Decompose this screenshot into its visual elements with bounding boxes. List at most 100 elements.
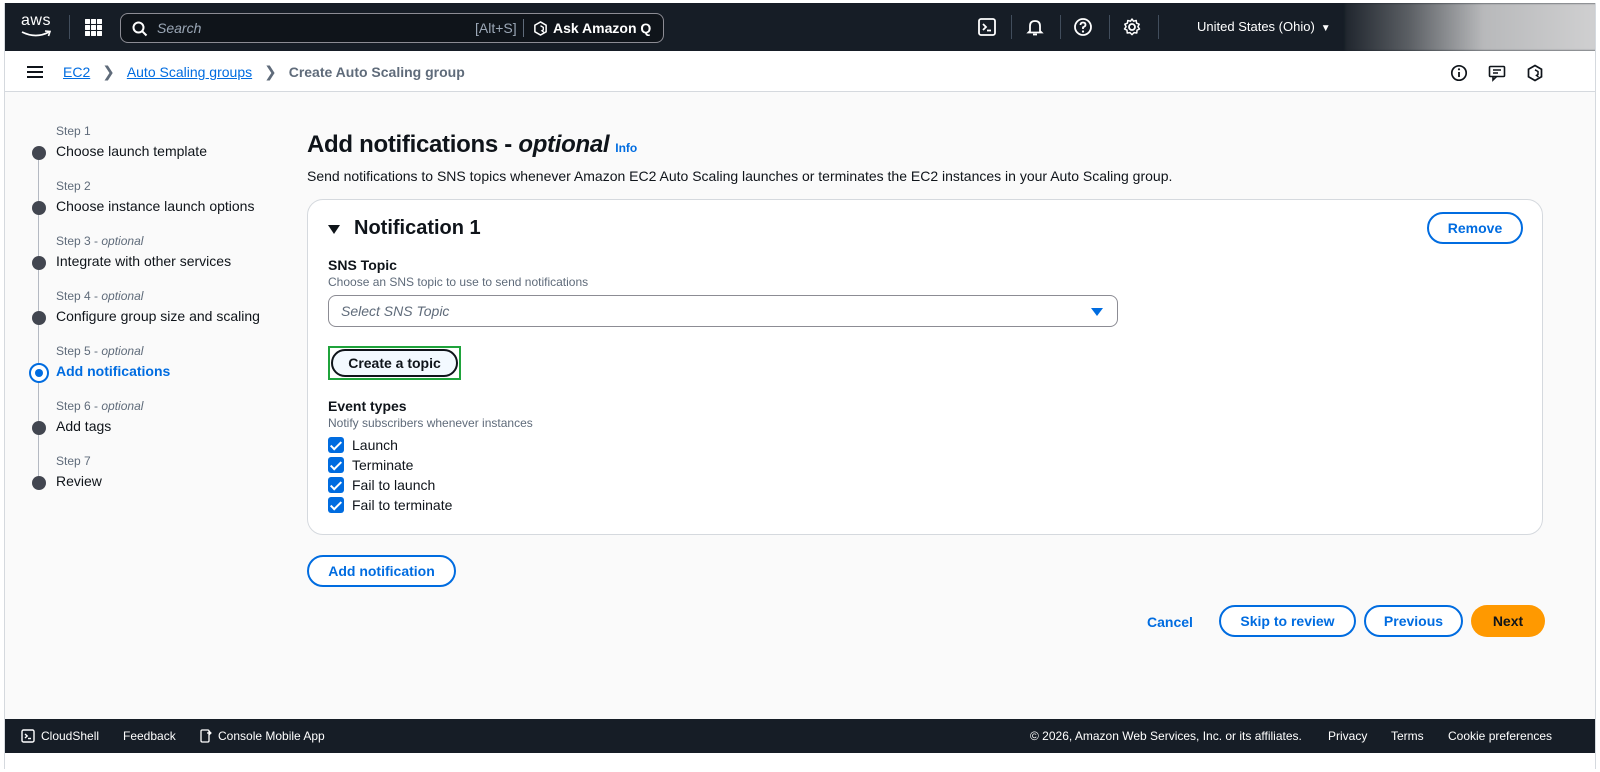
sns-topic-label: SNS Topic (328, 257, 397, 273)
cloudshell-icon[interactable] (977, 17, 997, 37)
next-button[interactable]: Next (1471, 605, 1545, 637)
event-terminate-checkbox[interactable]: Terminate (328, 457, 413, 473)
feedback-icon[interactable] (1488, 64, 1506, 82)
footer-privacy-link[interactable]: Privacy (1328, 729, 1367, 743)
step-indicator-icon (32, 201, 46, 215)
info-link[interactable]: Info (615, 141, 637, 155)
event-fail-terminate-checkbox[interactable]: Fail to terminate (328, 497, 452, 513)
create-topic-focus-ring: Create a topic (328, 346, 461, 380)
footer-copyright: © 2026, Amazon Web Services, Inc. or its… (1030, 729, 1302, 743)
cancel-button[interactable]: Cancel (1147, 614, 1193, 630)
checkbox-checked-icon[interactable] (328, 437, 344, 453)
event-label: Terminate (352, 457, 414, 473)
search-icon (132, 21, 148, 37)
aws-logo[interactable]: aws (21, 13, 55, 41)
step-indicator-icon (32, 146, 46, 160)
dropdown-arrow-icon (1091, 308, 1103, 316)
step-number: Step 6 - optional (56, 399, 144, 413)
notification-card: Notification 1 Remove SNS Topic Choose a… (307, 199, 1543, 535)
search-shortcut: [Alt+S] (475, 20, 517, 36)
event-label: Fail to terminate (352, 497, 453, 513)
step-label: Choose instance launch options (56, 198, 255, 214)
notification-title: Notification 1 (354, 217, 481, 239)
nav-divider (1158, 15, 1159, 39)
nav-divider (1109, 15, 1110, 39)
page-title: Add notifications - optional Info (307, 131, 637, 159)
breadcrumb-auto-scaling-groups[interactable]: Auto Scaling groups (127, 64, 252, 80)
step-label: Configure group size and scaling (56, 308, 260, 324)
sns-topic-select[interactable]: Select SNS Topic (328, 295, 1118, 327)
search-divider (523, 19, 524, 37)
bottom-strip (5, 753, 1595, 769)
footer-feedback-link[interactable]: Feedback (123, 729, 176, 743)
event-label: Fail to launch (352, 477, 436, 493)
checkbox-checked-icon[interactable] (328, 457, 344, 473)
event-launch-checkbox[interactable]: Launch (328, 437, 398, 453)
add-notification-button[interactable]: Add notification (307, 555, 456, 587)
search-placeholder: Search (157, 20, 202, 36)
skip-to-review-button[interactable]: Skip to review (1219, 605, 1356, 637)
nav-divider (1011, 15, 1012, 39)
nav-divider (69, 15, 70, 39)
aws-logo-text: aws (21, 12, 51, 29)
step-number: Step 2 (56, 179, 91, 193)
step-indicator-icon (32, 476, 46, 490)
ask-amazon-q-label: Ask Amazon Q (553, 20, 652, 36)
step-label: Add notifications (56, 363, 171, 379)
checkbox-checked-icon[interactable] (328, 477, 344, 493)
ask-amazon-q-button[interactable]: Ask Amazon Q (533, 20, 651, 36)
footer-mobile-app-link[interactable]: Console Mobile App (200, 729, 325, 743)
remove-button[interactable]: Remove (1427, 212, 1523, 244)
mobile-phone-icon (200, 729, 212, 743)
breadcrumb-ec2[interactable]: EC2 (63, 64, 90, 80)
footer-cookie-preferences-link[interactable]: Cookie preferences (1448, 729, 1552, 743)
checkbox-checked-icon[interactable] (328, 497, 344, 513)
create-topic-button[interactable]: Create a topic (331, 349, 458, 377)
info-icon[interactable] (1450, 64, 1468, 82)
step-number: Step 3 - optional (56, 234, 144, 248)
footer-terms-link[interactable]: Terms (1391, 729, 1424, 743)
aws-smile-icon (21, 30, 51, 37)
step-number: Step 5 - optional (56, 344, 144, 358)
nav-divider (1060, 15, 1061, 39)
amazon-q-icon (534, 20, 547, 36)
step-indicator-icon (32, 311, 46, 325)
account-menu-redacted[interactable] (1345, 3, 1595, 51)
footer-cloudshell-label: CloudShell (41, 729, 100, 743)
top-navigation: aws Search [Alt+S] Ask Amazon Q United S… (5, 3, 1595, 51)
step-indicator-icon (32, 256, 46, 270)
amazon-q-panel-icon[interactable] (1526, 64, 1544, 82)
event-types-label: Event types (328, 398, 407, 414)
step-active-indicator-icon (29, 363, 49, 383)
event-fail-launch-checkbox[interactable]: Fail to launch (328, 477, 435, 493)
step-number: Step 7 (56, 454, 91, 468)
region-selector[interactable]: United States (Ohio) ▼ (1197, 19, 1331, 34)
settings-icon[interactable] (1122, 17, 1142, 37)
bell-icon[interactable] (1025, 17, 1045, 37)
console-frame: aws Search [Alt+S] Ask Amazon Q United S… (4, 3, 1596, 769)
step-label: Review (56, 473, 102, 489)
footer-cloudshell-link[interactable]: CloudShell (21, 729, 99, 743)
footer-mobile-app-label: Console Mobile App (218, 729, 325, 743)
menu-icon[interactable] (27, 66, 43, 78)
chevron-right-icon: ❯ (264, 64, 277, 81)
previous-button[interactable]: Previous (1364, 605, 1463, 637)
breadcrumb-current: Create Auto Scaling group (288, 64, 465, 80)
caret-down-icon (328, 225, 340, 234)
step-label: Choose launch template (56, 143, 207, 159)
page-title-text: Add notifications - (307, 131, 519, 158)
notification-header[interactable]: Notification 1 (328, 217, 481, 240)
step-indicator-icon (32, 421, 46, 435)
services-grid-icon[interactable] (85, 19, 102, 36)
region-label: United States (Ohio) (1197, 19, 1315, 34)
step-number: Step 1 (56, 124, 91, 138)
cloudshell-icon (21, 729, 35, 743)
step-label: Add tags (56, 418, 112, 434)
search-bar[interactable]: Search [Alt+S] Ask Amazon Q (120, 13, 664, 43)
console-footer: CloudShell Feedback Console Mobile App ©… (5, 719, 1595, 753)
chevron-right-icon: ❯ (102, 64, 115, 81)
help-icon[interactable] (1073, 17, 1093, 37)
breadcrumb: EC2 ❯ Auto Scaling groups ❯ Create Auto … (63, 63, 465, 81)
page-title-optional: optional (518, 131, 610, 158)
breadcrumb-bar: EC2 ❯ Auto Scaling groups ❯ Create Auto … (5, 51, 1595, 92)
